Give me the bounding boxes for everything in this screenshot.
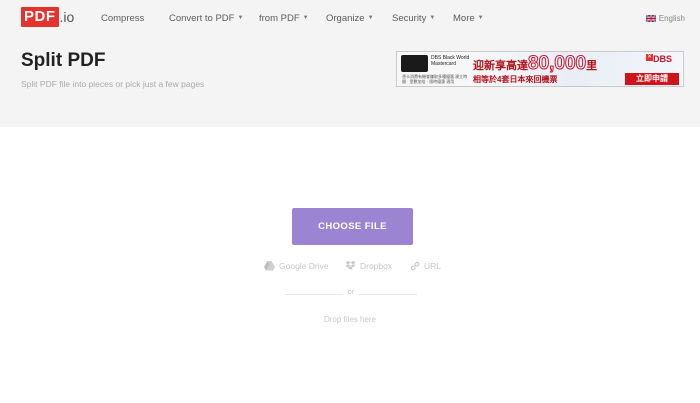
- logo-suffix: .io: [59, 9, 75, 25]
- chevron-down-icon: ▼: [477, 15, 484, 21]
- drop-zone-label: Drop files here: [323, 315, 377, 324]
- ad-subline: 相等於4套日本來回機票: [473, 75, 558, 84]
- ad-card-text: DBS Black World Mastercard: [431, 55, 470, 67]
- nav-security[interactable]: Security ▼: [392, 0, 435, 36]
- nav-security-label: Security: [392, 12, 427, 24]
- language-selector[interactable]: English: [645, 0, 685, 36]
- nav-convert-to-pdf-label: Convert to PDF: [169, 12, 235, 24]
- google-drive-icon: [264, 261, 275, 271]
- pdfio-logo[interactable]: PDF .io: [21, 7, 74, 27]
- ad-close-icon[interactable]: ✕: [646, 54, 653, 61]
- nav-more-label: More: [453, 12, 475, 24]
- or-label: or: [347, 289, 355, 296]
- nav-organize-label: Organize: [326, 12, 365, 24]
- divider-right: [359, 294, 417, 295]
- chevron-down-icon: ▼: [429, 15, 436, 21]
- dropbox-source[interactable]: Dropbox: [345, 260, 392, 272]
- advertisement-banner[interactable]: DBS Black World Mastercard 憑卡消費有機會賺取多種優惠…: [396, 51, 684, 87]
- google-drive-source[interactable]: Google Drive: [264, 260, 329, 272]
- chevron-down-icon: ▼: [237, 15, 244, 21]
- dropbox-label: Dropbox: [360, 261, 393, 271]
- nav-more[interactable]: More ▼: [453, 0, 484, 36]
- language-label: English: [658, 13, 685, 23]
- link-icon: [410, 261, 420, 271]
- ad-headline: 迎新享高達80,000里: [473, 53, 597, 75]
- divider-left: [285, 294, 343, 295]
- nav-compress[interactable]: Compress: [101, 0, 144, 36]
- nav-organize[interactable]: Organize ▼: [326, 0, 374, 36]
- ad-cta-button[interactable]: 立即申請: [625, 73, 679, 85]
- url-label: URL: [424, 261, 442, 271]
- ad-headline-prefix: 迎新享高達: [473, 60, 528, 72]
- ad-headline-suffix: 里: [586, 60, 598, 72]
- url-source[interactable]: URL: [410, 260, 441, 272]
- dropbox-icon: [345, 261, 356, 270]
- page-subtitle: Split PDF file into pieces or pick just …: [21, 79, 205, 89]
- dbs-logo: DBS: [653, 54, 673, 64]
- ad-headline-number: 80,000: [527, 53, 587, 75]
- nav-convert-to-pdf[interactable]: Convert to PDF ▼: [169, 0, 243, 36]
- logo-badge: PDF: [21, 7, 59, 27]
- credit-card-image: [401, 55, 428, 72]
- google-drive-label: Google Drive: [279, 261, 329, 271]
- uk-flag-icon: [645, 14, 656, 22]
- choose-file-button[interactable]: CHOOSE FILE: [292, 208, 413, 245]
- ad-small-print: 憑卡消費有機會賺取多種優惠 建立時間 · 里數加倍 · 限時優惠 適用: [402, 74, 468, 84]
- chevron-down-icon: ▼: [302, 15, 309, 21]
- page-title: Split PDF: [21, 50, 106, 71]
- nav-from-pdf-label: from PDF: [259, 12, 300, 24]
- nav-from-pdf[interactable]: from PDF ▼: [259, 0, 309, 36]
- nav-compress-label: Compress: [101, 12, 145, 24]
- chevron-down-icon: ▼: [367, 15, 374, 21]
